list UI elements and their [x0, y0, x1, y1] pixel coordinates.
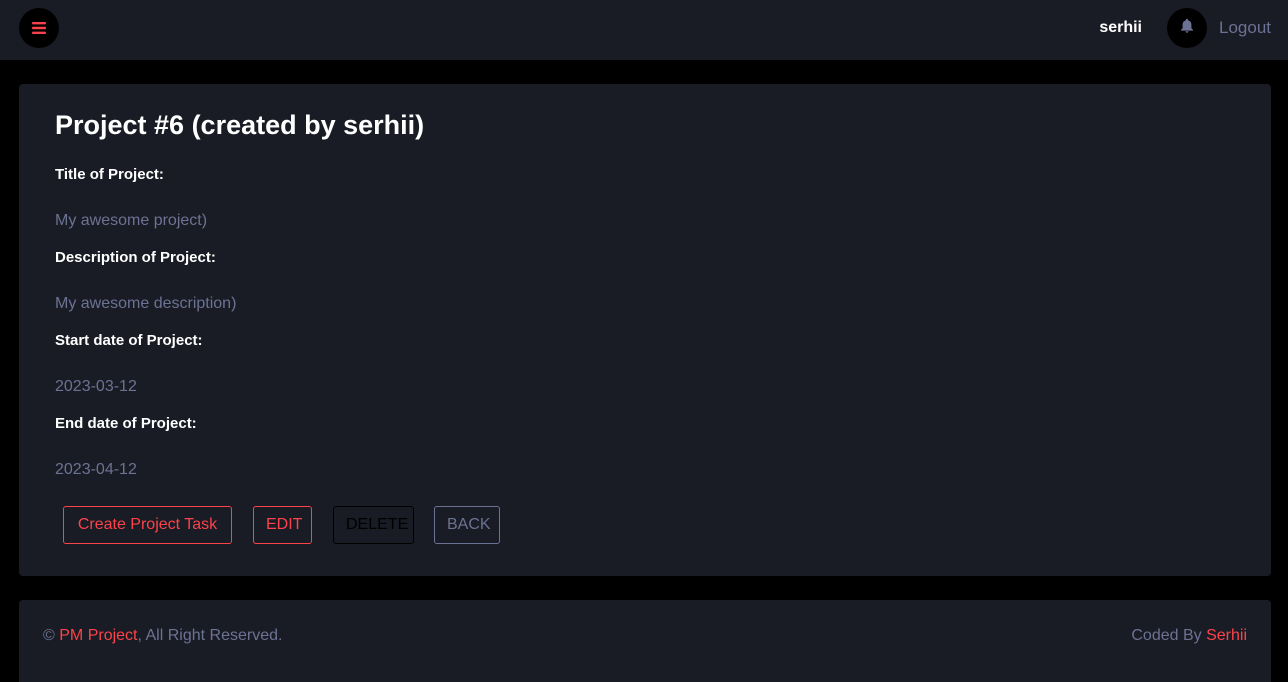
- project-title-label: Title of Project:: [55, 166, 164, 183]
- sidebar-toggle-button[interactable]: [19, 8, 59, 48]
- username-label[interactable]: serhii: [1080, 18, 1142, 38]
- project-start-date-value: 2023-03-12: [55, 378, 137, 395]
- project-end-date-value: 2023-04-12: [55, 461, 137, 478]
- notifications-button[interactable]: [1167, 8, 1207, 48]
- hamburger-menu-icon: [32, 22, 46, 34]
- brand-link[interactable]: PM Project: [59, 627, 137, 644]
- footer: © PM Project, All Right Reserved. Coded …: [19, 600, 1271, 682]
- project-title-value: My awesome project): [55, 212, 208, 229]
- delete-button[interactable]: DELETE: [333, 506, 414, 544]
- footer-copyright: © PM Project, All Right Reserved.: [43, 625, 282, 647]
- project-start-date-label: Start date of Project:: [55, 332, 203, 349]
- author-link[interactable]: Serhii: [1206, 627, 1247, 644]
- rights-text: , All Right Reserved.: [137, 627, 283, 644]
- logout-link[interactable]: Logout: [1219, 17, 1271, 39]
- bell-icon: [1180, 18, 1194, 38]
- edit-button[interactable]: EDIT: [253, 506, 312, 544]
- top-navbar: serhii Logout: [0, 0, 1288, 60]
- project-description-value: My awesome description): [55, 295, 237, 312]
- page-title: Project #6 (created by serhii): [55, 110, 425, 140]
- project-description-label: Description of Project:: [55, 249, 216, 266]
- back-button[interactable]: BACK: [434, 506, 500, 544]
- create-project-task-button[interactable]: Create Project Task: [63, 506, 232, 544]
- project-details-card: Project #6 (created by serhii) Title of …: [19, 84, 1271, 576]
- copyright-symbol: ©: [43, 627, 55, 644]
- coded-by-text: Coded By: [1131, 627, 1202, 644]
- project-end-date-label: End date of Project:: [55, 415, 197, 432]
- footer-credits: Coded By Serhii: [1131, 625, 1247, 647]
